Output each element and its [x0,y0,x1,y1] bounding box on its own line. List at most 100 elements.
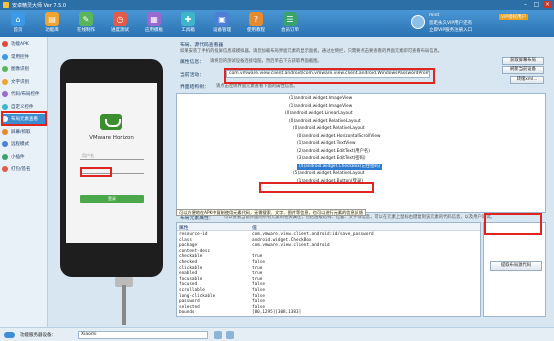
login-button[interactable]: 登录 [80,195,144,203]
sidebar-item-5[interactable]: 自定义控件 [2,102,46,112]
sidebar-item-label: 代码/布局控件 [11,92,40,97]
tree-node[interactable]: (2)android.widget.EditText(用户名) [297,149,370,155]
toolbar-item-6[interactable]: ▣ 设备管理 [208,12,236,36]
sidebar-item-9[interactable]: 小插件 [2,152,46,162]
sidebar-item-icon [2,78,8,85]
tree-node[interactable]: (0)android.widget.LinearLayout [285,111,353,117]
sidebar-item-label: 小插件 [11,154,25,160]
sidebar-item-icon [2,41,8,47]
sidebar: 功能APK 常用控件 图像识别 文字识别 代码/布局控件 自定义控件 布局元素查看 屏幕/抓取… [0,37,48,327]
device-select[interactable]: Xiaomi [78,331,208,339]
toolbox-icon: ✚ [181,12,195,26]
properties-header: 属性 值 [177,223,480,231]
tree-node[interactable]: (1)android.widget.ImageView [289,104,352,110]
refresh-device-button[interactable]: 刷新当前设备 [502,66,544,74]
toolbar-item-label: 进度测试 [111,28,129,33]
sidebar-item-icon [2,91,8,97]
fetch-layout-button[interactable]: 获取屏幕布局 [502,57,544,65]
title-bar: 安卓精灵大师 Ver 7.5.0 – □ × [0,0,554,10]
highlight-checkbox [80,167,112,177]
refresh-device-icon[interactable] [214,331,222,339]
template-icon: ▦ [147,12,161,26]
tree-node[interactable]: (1)android.widget.ImageView [289,96,352,102]
toolbar-item-2[interactable]: ✎ 在线制作 [72,12,100,36]
vmware-logo-icon [100,114,122,130]
current-activity-label: 当前活动： [180,73,204,78]
service-toggle[interactable] [4,332,15,338]
sidebar-item-label: 打包/签名 [11,167,31,172]
toolbar-item-label: 应用模板 [145,28,163,33]
property-row[interactable]: bounds [80,1295][308,1383] [177,310,480,316]
highlight-activity [224,68,435,84]
sidebar-item-8[interactable]: 远程模式 [2,139,46,149]
tutorial-icon: ? [249,12,263,26]
sidebar-item-label: 功能APK [11,42,29,47]
toolbar-item-7[interactable]: ? 使用教程 [242,12,270,36]
vip-remaining-text: 您距永久VIP用户还有 [429,21,473,26]
device-preview: VMware Horizon 用户名 ****** 登录 [50,45,178,325]
minimize-icon[interactable]: – [521,1,530,8]
vip-register-link[interactable]: 立即VIP服务注册入口 [429,27,472,33]
toolbar-item-label: 使用教程 [247,28,265,33]
sidebar-item-2[interactable]: 图像识别 [2,64,46,74]
property-value: [80,1295][308,1383] [252,310,302,316]
tree-node[interactable]: (1)android.widget.TextView [297,141,356,147]
user-panel: mint VIP授权用户 您距永久VIP用户还有 立即VIP服务注册入口 [409,11,554,36]
properties-table[interactable]: 属性 值 resource-id com.vmware.view.client.a… [176,222,481,317]
close-icon[interactable]: × [543,1,552,8]
phone-screen[interactable]: VMware Horizon 用户名 ****** 登录 [66,83,157,243]
avatar[interactable] [411,15,425,29]
toolbar-item-8[interactable]: ☰ 会员订单 [276,12,304,36]
highlight-sidebar-selection [1,111,47,126]
maximize-icon[interactable]: □ [532,1,541,8]
section-header-label: 布局、源代码查看器 [180,43,224,48]
sidebar-item-icon [2,166,8,172]
device-icon: ▣ [215,12,229,26]
toolbar-item-5[interactable]: ✚ 工具箱 [174,12,202,36]
properties-side-panel: 提取布局源代码 [483,222,546,317]
home-icon: ⌂ [11,12,25,26]
toolbar-item-4[interactable]: ▦ 应用模板 [140,12,168,36]
sidebar-item-4[interactable]: 代码/布局控件 [2,89,46,99]
sidebar-item-icon [2,128,8,135]
sidebar-item-3[interactable]: 文字识别 [2,77,46,87]
tree-node[interactable]: (5)android.widget.RelativeLayout [293,171,365,177]
sidebar-item-0[interactable]: 功能APK [2,39,46,49]
tree-node[interactable]: (0)android.widget.RelativeLayout [289,119,361,125]
toolbar-item-1[interactable]: ▤ 功能库 [38,12,66,36]
status-bar: 功能服务器设备： Xiaomi [0,327,554,341]
usb-cable [122,285,126,325]
sidebar-item-icon [2,66,8,72]
dump-xml-button[interactable]: 转储xml... [510,76,544,84]
section-header-note: 如果安装了手机的投屏信息或模拟器，请您加载布局界面元素的显示面板，通过左侧栏，只… [180,49,443,54]
toolbar-item-label: 设备管理 [213,28,231,33]
toolbar-item-0[interactable]: ⌂ 首页 [4,12,32,36]
app-logo-icon [3,2,9,8]
user-name: mint [429,13,440,18]
username-field[interactable]: 用户名 [80,153,144,160]
layout-tree[interactable]: (1)android.widget.ImageView (1)android.wi… [176,93,546,213]
attr-note: 请将您的测试设备连接电脑，然后单击下方获取界面截图。 [210,59,322,64]
sidebar-item-1[interactable]: 常用控件 [2,52,46,62]
settings-icon[interactable] [226,331,234,339]
highlight-tree-selection [259,182,374,193]
tree-node[interactable]: (0)android.widget.RelativeLayout [293,126,365,132]
sidebar-item-icon [2,53,8,60]
sidebar-item-label: 图像识别 [11,67,29,72]
online-make-icon: ✎ [79,12,93,26]
tree-node[interactable]: (0)android.widget.HorizontalScrollView [297,134,381,140]
sidebar-item-10[interactable]: 打包/签名 [2,164,46,174]
toolbar-item-label: 在线制作 [77,28,95,33]
attr-label: 属性信息： [180,60,204,65]
toolbar-item-label: 首页 [13,28,23,33]
sidebar-item-label: 远程模式 [11,142,29,147]
toolbar-item-3[interactable]: ◷ 进度测试 [106,12,134,36]
tree-node[interactable]: (3)android.widget.EditText(密码) [297,156,366,162]
tree-node[interactable]: (4)android.widget.CheckBox(记住密码) [297,163,383,170]
sidebar-item-7[interactable]: 屏幕/抓取 [2,127,46,137]
extract-layout-code-button[interactable]: 提取布局源代码 [490,261,542,271]
sidebar-item-label: 屏幕/抓取 [11,129,31,135]
window-title: 安卓精灵大师 Ver 7.5.0 [12,2,67,9]
highlight-extract-button [484,213,542,235]
vip-badge[interactable]: VIP授权用户 [499,14,529,20]
